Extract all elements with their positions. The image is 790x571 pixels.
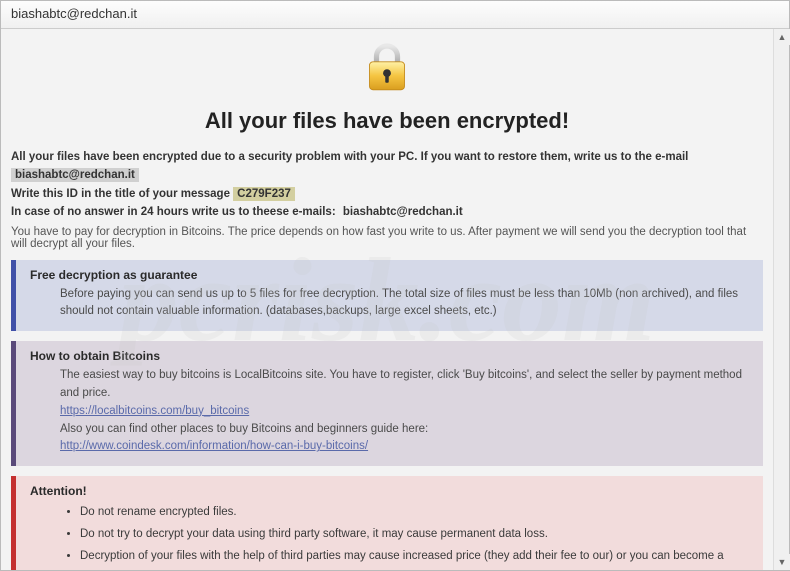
obtain-line-1: The easiest way to buy bitcoins is Local… [60, 367, 753, 403]
lock-container [11, 39, 763, 100]
panel-free-body: Before paying you can send us up to 5 fi… [30, 286, 753, 322]
panel-obtain-body: The easiest way to buy bitcoins is Local… [30, 367, 753, 456]
list-item: Do not try to decrypt your data using th… [80, 524, 753, 546]
scroll-down-icon[interactable]: ▼ [774, 554, 790, 570]
content-area: pcrisk.com [1, 29, 773, 570]
intro-text-2: Write this ID in the title of your messa… [11, 188, 230, 200]
vertical-scrollbar[interactable]: ▲ ▼ [773, 29, 789, 570]
intro-block: All your files have been encrypted due t… [11, 148, 763, 222]
obtain-link-1[interactable]: https://localbitcoins.com/buy_bitcoins [60, 405, 249, 417]
intro-line-3: In case of no answer in 24 hours write u… [11, 203, 763, 221]
scroll-up-icon[interactable]: ▲ [774, 29, 790, 45]
intro-line-2: Write this ID in the title of your messa… [11, 185, 763, 203]
obtain-line-2: Also you can find other places to buy Bi… [60, 421, 753, 439]
intro-line-1: All your files have been encrypted due t… [11, 148, 763, 185]
list-item: Decryption of your files with the help o… [80, 546, 753, 570]
window-title-bar: biashabtc@redchan.it [1, 1, 789, 29]
panel-obtain-title: How to obtain Bitcoins [30, 349, 753, 363]
panel-attention: Attention! Do not rename encrypted files… [11, 476, 763, 570]
intro-text-3: In case of no answer in 24 hours write u… [11, 206, 336, 218]
panel-attention-title: Attention! [30, 484, 753, 498]
panel-free-decryption: Free decryption as guarantee Before payi… [11, 260, 763, 332]
panel-free-title: Free decryption as guarantee [30, 268, 753, 282]
obtain-link-2[interactable]: http://www.coindesk.com/information/how-… [60, 440, 368, 452]
email-highlight-1: biashabtc@redchan.it [11, 168, 139, 182]
ransom-window: biashabtc@redchan.it pcrisk.com [0, 0, 790, 571]
lock-icon [359, 82, 415, 99]
panel-obtain-bitcoins: How to obtain Bitcoins The easiest way t… [11, 341, 763, 466]
payment-note: You have to pay for decryption in Bitcoi… [11, 226, 763, 250]
id-highlight: C279F237 [233, 187, 295, 201]
attention-list: Do not rename encrypted files. Do not tr… [30, 502, 753, 570]
email-highlight-2: biashabtc@redchan.it [339, 205, 467, 219]
page-title: All your files have been encrypted! [11, 108, 763, 134]
list-item: Do not rename encrypted files. [80, 502, 753, 524]
window-title: biashabtc@redchan.it [11, 6, 137, 21]
intro-text-1: All your files have been encrypted due t… [11, 151, 688, 163]
